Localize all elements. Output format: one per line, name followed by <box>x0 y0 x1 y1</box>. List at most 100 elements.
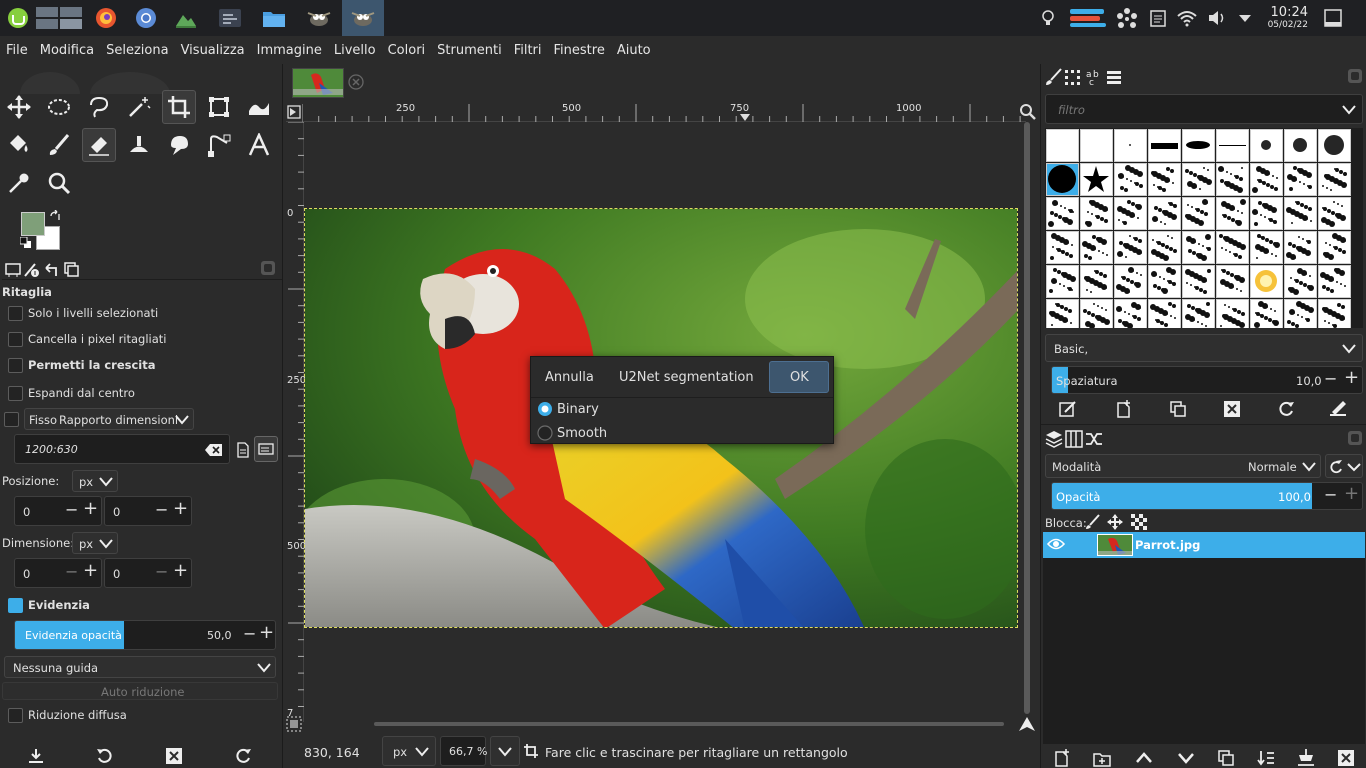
decrement-icon[interactable]: − <box>65 500 78 519</box>
decrement-icon[interactable]: − <box>243 624 256 643</box>
paths-tab-icon[interactable] <box>1085 430 1103 448</box>
foreground-color-swatch[interactable] <box>21 212 45 236</box>
crop-tool-icon[interactable] <box>162 90 196 124</box>
brushes-tab-icon[interactable] <box>1045 68 1063 86</box>
vertical-ruler[interactable]: 0 250 500 7 <box>286 122 306 722</box>
brush-thumbnail[interactable] <box>1216 265 1249 298</box>
edit-brush-icon[interactable] <box>1059 400 1077 418</box>
redshift-bulb-icon[interactable] <box>1040 9 1056 30</box>
increment-icon[interactable]: + <box>1344 367 1359 388</box>
increment-icon[interactable]: + <box>173 498 188 519</box>
dialog-cancel-button[interactable]: Annulla <box>545 370 594 385</box>
zoom-input[interactable]: 66,7 % <box>440 736 487 766</box>
clone-tool-icon[interactable] <box>122 128 156 162</box>
ratio-input[interactable]: 1200:630 <box>14 434 230 464</box>
decrement-icon[interactable]: − <box>1324 369 1337 388</box>
expand-center-checkbox[interactable] <box>8 386 23 401</box>
brush-thumbnail[interactable] <box>1284 163 1317 196</box>
gimp-window-icon-2[interactable] <box>342 0 384 36</box>
highlight-checkbox[interactable] <box>8 598 23 613</box>
brush-filter-input[interactable]: filtro <box>1045 94 1363 124</box>
restore-preset-icon[interactable] <box>96 748 114 764</box>
position-unit-dropdown[interactable]: px <box>72 470 118 492</box>
menu-immagine[interactable]: Immagine <box>257 43 322 58</box>
layer-mode-dropdown[interactable]: Modalità Normale <box>1045 454 1321 478</box>
size-w-spinner[interactable]: 0 − + <box>14 558 102 588</box>
image-tab[interactable] <box>292 68 344 98</box>
chevron-down-icon[interactable] <box>1238 13 1252 27</box>
brush-thumbnail[interactable] <box>1080 231 1113 264</box>
wifi-icon[interactable] <box>1176 9 1198 30</box>
brush-thumbnail[interactable] <box>1284 299 1317 328</box>
smudge-tool-icon[interactable] <box>162 128 196 162</box>
composite-mode-dropdown[interactable] <box>1325 454 1363 478</box>
clear-input-icon[interactable] <box>205 443 223 457</box>
clipboard-icon[interactable] <box>1150 9 1166 30</box>
menu-file[interactable]: File <box>6 43 28 58</box>
document-history-tab-icon[interactable] <box>1105 68 1123 86</box>
delete-cropped-checkbox[interactable] <box>8 332 23 347</box>
brush-thumbnail[interactable] <box>1284 231 1317 264</box>
auto-shrink-button[interactable]: Auto riduzione <box>2 682 278 700</box>
portrait-icon[interactable] <box>236 442 250 458</box>
delete-brush-icon[interactable] <box>1223 400 1241 418</box>
brush-thumbnail[interactable] <box>1318 299 1351 328</box>
brush-thumbnail[interactable] <box>1250 129 1283 162</box>
quick-mask-menu-icon[interactable] <box>286 102 302 122</box>
increment-icon[interactable]: + <box>173 560 188 581</box>
fuzzy-select-icon[interactable] <box>122 90 156 124</box>
mint-menu-icon[interactable] <box>4 4 32 32</box>
highlight-opacity-slider[interactable]: Evidenzia opacità 50,0 − + <box>14 620 276 650</box>
zoom-dropdown[interactable] <box>490 736 520 766</box>
panel-menu-icon[interactable] <box>1347 430 1363 446</box>
menu-filtri[interactable]: Filtri <box>514 43 542 58</box>
raise-layer-icon[interactable] <box>1135 749 1153 767</box>
brush-thumbnail[interactable] <box>1318 231 1351 264</box>
zoom-navigation-icon[interactable] <box>1020 104 1036 120</box>
terminal-icon[interactable] <box>216 4 244 32</box>
zoom-tool-icon[interactable] <box>42 166 76 200</box>
fonts-tab-icon[interactable]: a bc <box>1085 68 1103 86</box>
brush-thumbnail[interactable] <box>1182 129 1215 162</box>
warp-transform-icon[interactable] <box>242 90 276 124</box>
patterns-tab-icon[interactable] <box>1063 68 1081 86</box>
brush-thumbnail[interactable] <box>1318 197 1351 230</box>
eye-icon[interactable] <box>1047 537 1065 551</box>
menu-colori[interactable]: Colori <box>388 43 426 58</box>
close-tab-icon[interactable] <box>348 74 364 90</box>
layer-row[interactable]: Parrot.jpg <box>1043 532 1365 558</box>
brush-thumbnail[interactable] <box>1114 231 1147 264</box>
brush-thumbnail[interactable] <box>1114 299 1147 328</box>
size-unit-dropdown[interactable]: px <box>72 532 118 554</box>
brush-thumbnail[interactable] <box>1216 231 1249 264</box>
increment-icon[interactable]: + <box>83 560 98 581</box>
brush-thumbnail[interactable] <box>1182 265 1215 298</box>
paintbrush-icon[interactable] <box>42 128 76 162</box>
brush-thumbnail[interactable] <box>1216 299 1249 328</box>
brush-grid[interactable] <box>1045 128 1363 328</box>
paths-tool-icon[interactable] <box>202 128 236 162</box>
decrement-icon[interactable]: − <box>1324 485 1337 504</box>
volume-icon[interactable] <box>1208 10 1228 29</box>
new-layer-icon[interactable] <box>1053 749 1071 767</box>
brush-thumbnail[interactable] <box>1148 231 1181 264</box>
guides-dropdown[interactable]: Nessuna guida <box>4 656 276 678</box>
vertical-scrollbar[interactable] <box>1024 122 1030 714</box>
files-icon[interactable] <box>260 4 288 32</box>
binary-radio[interactable] <box>537 401 553 417</box>
only-selected-layers-checkbox[interactable] <box>8 306 23 321</box>
menu-modifica[interactable]: Modifica <box>40 43 94 58</box>
show-desktop-icon[interactable] <box>1324 9 1342 30</box>
brush-thumbnail[interactable] <box>1114 129 1147 162</box>
new-layer-group-icon[interactable] <box>1093 749 1111 767</box>
brush-thumbnail[interactable] <box>1080 197 1113 230</box>
fixed-mode-dropdown[interactable]: Fisso Rapporto dimensioni <box>24 408 194 430</box>
device-status-tab-icon[interactable] <box>22 260 40 278</box>
quick-mask-toggle-icon[interactable] <box>286 716 302 732</box>
menu-seleziona[interactable]: Seleziona <box>106 43 168 58</box>
channels-tab-icon[interactable] <box>1065 430 1083 448</box>
brush-thumbnail[interactable] <box>1216 197 1249 230</box>
images-tab-icon[interactable] <box>62 260 80 278</box>
layers-tab-icon[interactable] <box>1045 430 1063 448</box>
lower-layer-icon[interactable] <box>1177 749 1195 767</box>
